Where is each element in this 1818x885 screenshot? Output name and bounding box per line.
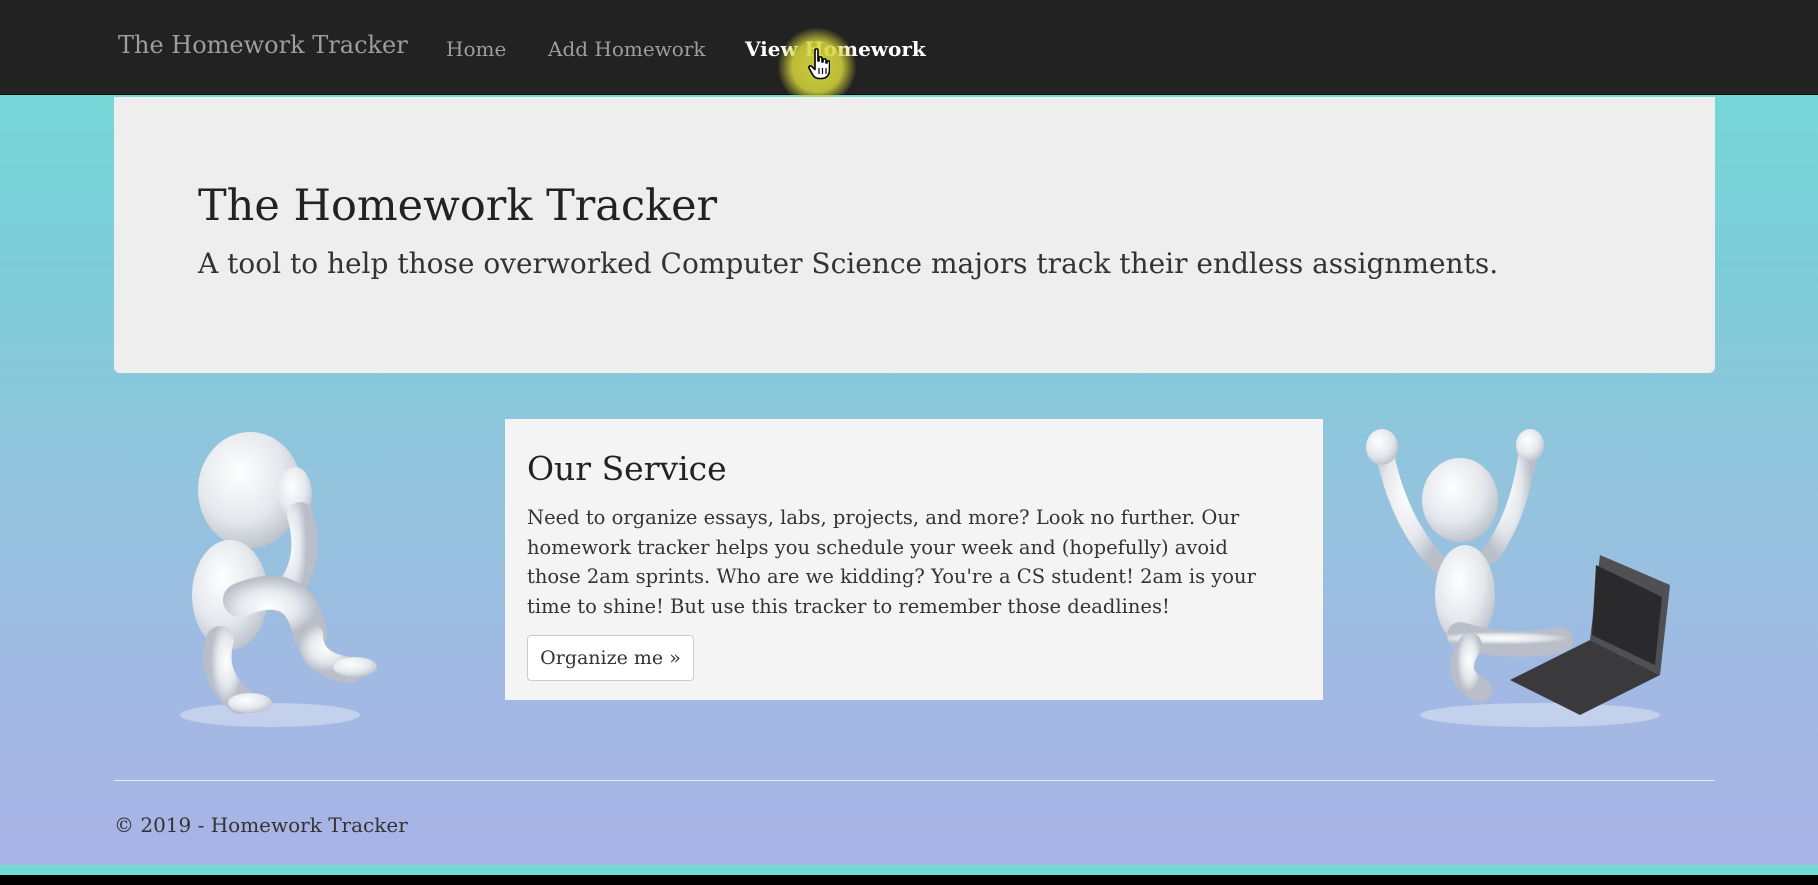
hero-subtitle: A tool to help those overworked Computer… bbox=[198, 247, 1499, 280]
hand-pointer-icon bbox=[808, 48, 830, 80]
service-description: Need to organize essays, labs, projects,… bbox=[527, 506, 1256, 618]
organize-me-button[interactable]: Organize me » bbox=[527, 635, 694, 681]
footer-copyright: © 2019 - Homework Tracker bbox=[114, 813, 408, 837]
hero-jumbotron: The Homework Tracker A tool to help thos… bbox=[114, 97, 1715, 373]
bottom-accent-bar bbox=[0, 865, 1818, 875]
stressed-figure-illustration bbox=[180, 432, 377, 727]
bottom-edge bbox=[0, 875, 1818, 885]
footer-divider bbox=[114, 780, 1715, 781]
top-navbar: The Homework Tracker Home Add Homework V… bbox=[0, 0, 1818, 95]
nav-link-home[interactable]: Home bbox=[446, 37, 506, 61]
celebrating-figure-illustration bbox=[1366, 429, 1670, 727]
service-title: Our Service bbox=[527, 449, 727, 488]
hero-title: The Homework Tracker bbox=[198, 181, 718, 231]
nav-link-add-homework[interactable]: Add Homework bbox=[548, 37, 706, 61]
service-card: Our Service Need to organize essays, lab… bbox=[505, 419, 1323, 700]
navbar-brand[interactable]: The Homework Tracker bbox=[118, 31, 408, 59]
